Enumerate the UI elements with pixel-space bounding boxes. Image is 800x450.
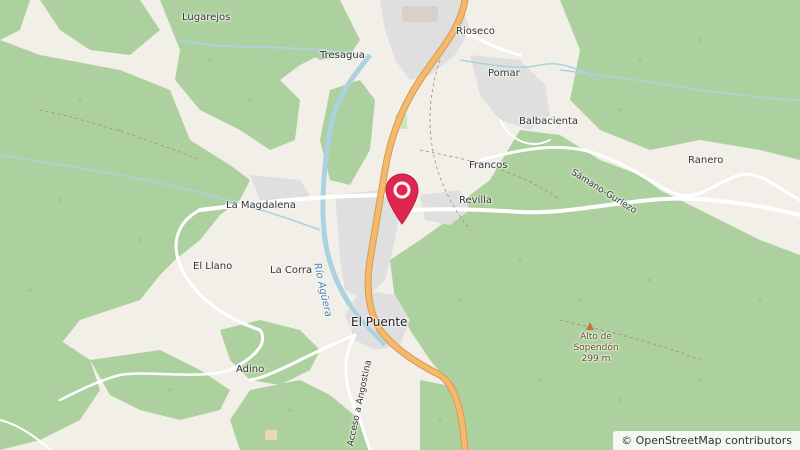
place-label-la-magdalena: La Magdalena [226,200,296,211]
place-label-francos: Francos [469,160,508,171]
attribution-link[interactable]: OpenStreetMap contributors [636,434,792,447]
peak-name-line1: Alto de [580,332,612,342]
place-label-lugarejos: Lugarejos [182,12,231,23]
place-label-la-corra: La Corra [270,265,313,276]
copyright-symbol: © [621,434,633,447]
place-label-pomar: Pomar [488,68,520,79]
place-label-el-llano: El Llano [193,261,233,272]
place-label-rioseco: Rioseco [456,26,495,37]
place-label-adino: Adino [236,364,265,375]
place-label-tresagua: Tresagua [320,50,365,61]
map-canvas[interactable]: Lugarejos Rioseco Tresagua Pomar Balbaci… [0,0,800,450]
place-label-revilla: Revilla [459,195,493,206]
location-pin-icon[interactable] [382,170,422,226]
place-label-el-puente: El Puente [351,315,408,329]
peak-elevation: 299 m [581,354,611,364]
peak-label: Alto de Sopendón 299 m [566,332,626,365]
peak-name-line2: Sopendón [573,343,619,353]
map-attribution: © OpenStreetMap contributors [613,431,800,450]
place-label-balbacienta: Balbacienta [519,116,579,127]
place-label-ranero: Ranero [688,155,724,166]
